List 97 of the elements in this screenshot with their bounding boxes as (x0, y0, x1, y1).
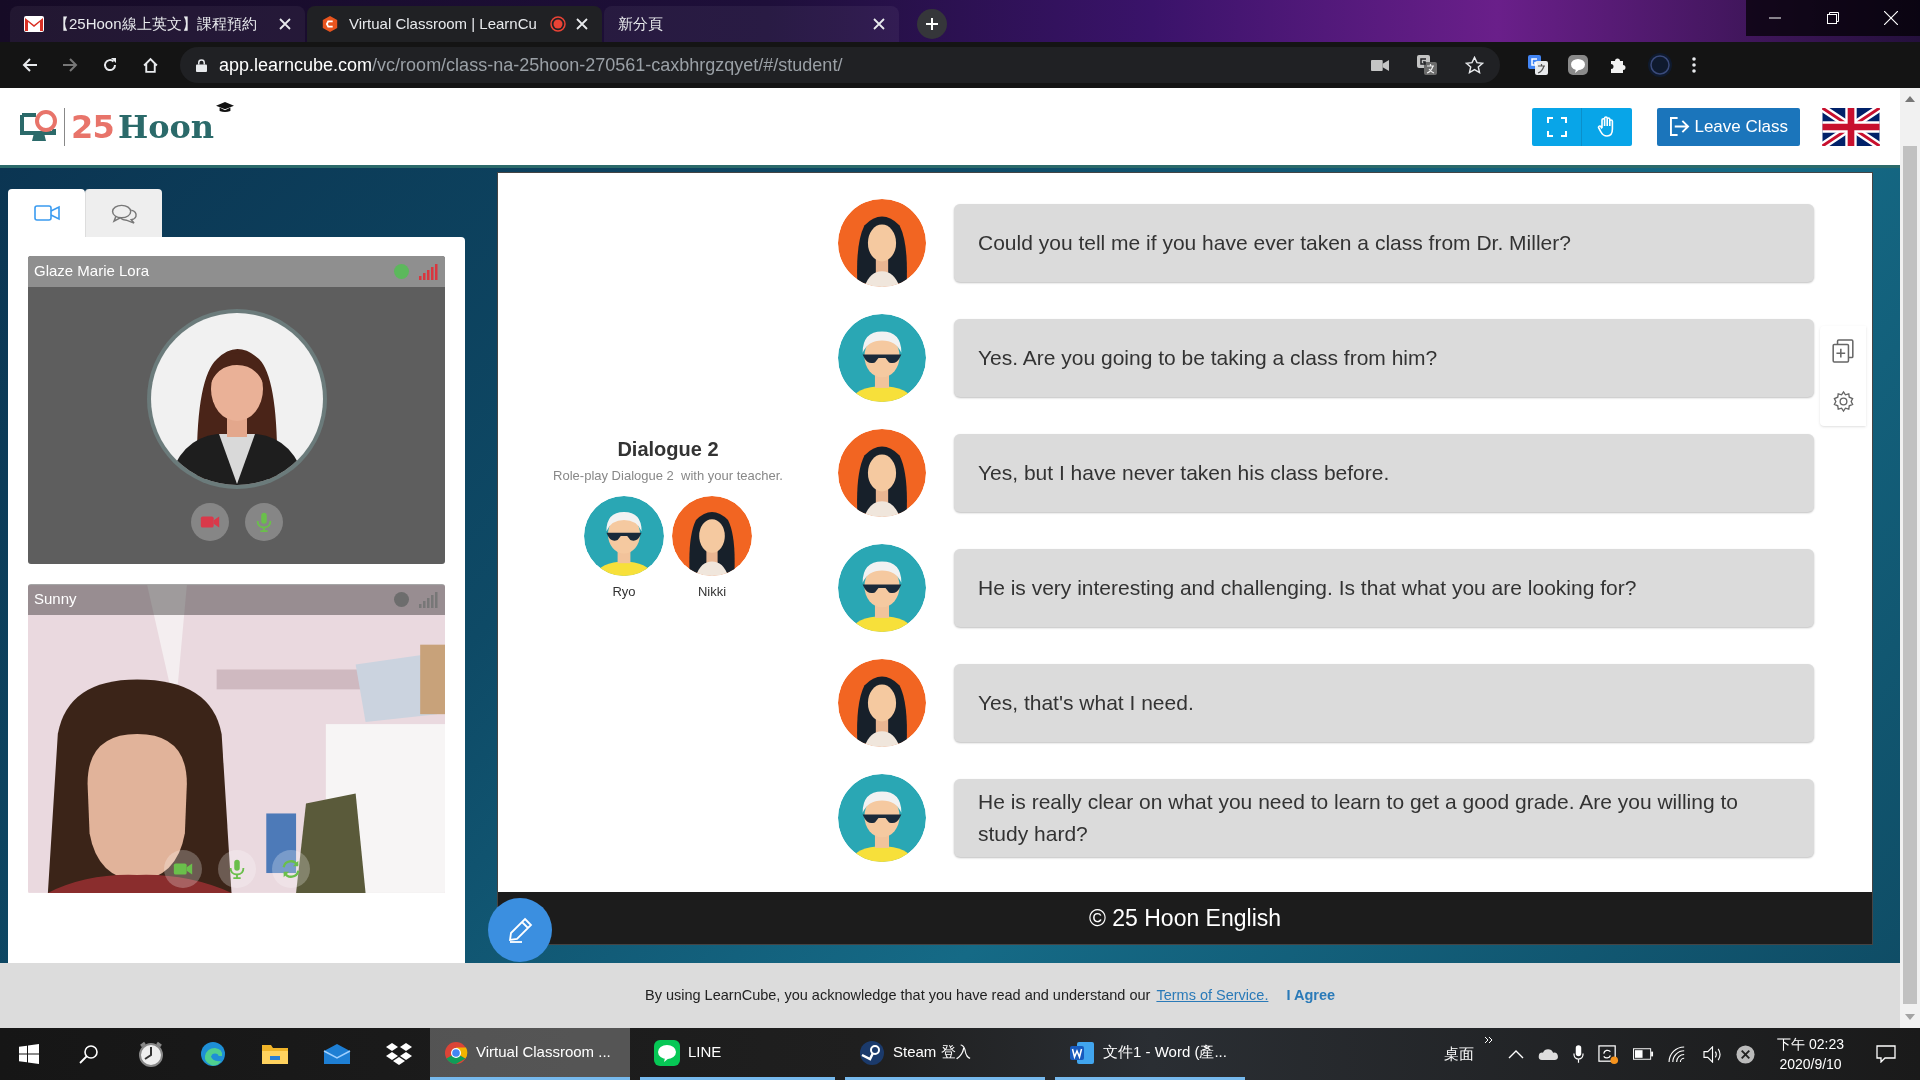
speech-bubble: Could you tell me if you have ever taken a class from Dr. Miller? (954, 204, 1814, 282)
hexagon-icon (321, 15, 339, 33)
chat-extension-icon[interactable] (1568, 55, 1588, 75)
plus-icon (925, 17, 939, 31)
graduation-cap-icon (216, 102, 235, 113)
taskbar-app-button[interactable]: Virtual Classroom ... (430, 1028, 630, 1080)
translate-icon[interactable] (1417, 55, 1437, 75)
man-avatar-icon (838, 544, 926, 632)
man-avatar-icon (838, 774, 926, 862)
taskbar-app-button[interactable]: Steam 登入 (845, 1028, 1045, 1080)
new-tab-button[interactable] (917, 9, 947, 39)
sync-icon[interactable] (1598, 1043, 1620, 1065)
forward-arrow-icon (62, 57, 78, 73)
restore-icon (1827, 12, 1839, 24)
scrollbar-thumb[interactable] (1903, 146, 1917, 1004)
settings-icon[interactable] (1831, 389, 1855, 413)
steam-icon (859, 1039, 885, 1066)
video-camera-icon (33, 204, 60, 222)
character-name: Nikki (697, 582, 727, 601)
fullscreen-button[interactable] (1532, 107, 1583, 146)
add-page-icon[interactable] (1832, 339, 1854, 364)
video-camera-icon[interactable] (1371, 58, 1389, 72)
mail-icon (24, 16, 44, 32)
participant-name: Sunny (34, 589, 78, 610)
woman-avatar-icon (838, 659, 926, 747)
cloud-icon[interactable] (1538, 1047, 1560, 1061)
reload-icon (102, 57, 118, 73)
alarm-clock-icon (137, 1040, 165, 1068)
speech-bubble: Yes. Are you going to be taking a class from him? (954, 319, 1814, 397)
tab-title: Virtual Classroom | LearnCu (349, 13, 538, 34)
scroll-up-arrow[interactable] (1905, 96, 1915, 102)
pen-icon (506, 916, 534, 944)
logo-word: Hoon (117, 106, 215, 148)
envelope-icon (323, 1043, 351, 1065)
speech-bubble: Yes, but I have never taken his class before. (954, 434, 1814, 512)
speech-bubble: Yes, that's what I need. (954, 664, 1814, 742)
microphone-icon[interactable] (1573, 1044, 1585, 1064)
speech-bubble: He is very interesting and challenging. Is that what you are looking for? (954, 549, 1814, 627)
signal-icon (419, 591, 439, 608)
exit-icon (1669, 117, 1691, 136)
star-icon[interactable] (1465, 55, 1484, 75)
camera-button[interactable] (163, 850, 202, 888)
browser-tab[interactable]: Virtual Classroom | LearnCu (307, 6, 602, 42)
chevron-icon[interactable] (1484, 1036, 1495, 1044)
lock-icon (196, 58, 207, 72)
woman-avatar-icon (838, 199, 926, 287)
cookie-notice: By using LearnCube, you acknowledge that you have read and understand our (644, 985, 1151, 1005)
translate-extension-icon[interactable] (1528, 55, 1548, 75)
chat-tab[interactable] (85, 189, 162, 237)
signal-icon (419, 263, 439, 280)
close-icon[interactable] (279, 18, 291, 30)
leave-class-button[interactable]: Leave Class (1657, 107, 1800, 146)
volume-icon[interactable] (1703, 1045, 1723, 1063)
notification-icon[interactable] (1876, 1045, 1896, 1063)
desktop-toolbar-label[interactable]: 桌面 (1444, 1042, 1475, 1066)
menu-icon[interactable] (1692, 57, 1696, 73)
word-icon (1069, 1039, 1095, 1066)
man-avatar-icon (584, 495, 664, 576)
woman-avatar-icon (672, 495, 752, 576)
url-text: app.learncube.com/vc/room/class-na-25hoon-270561-caxbhrgzqyet/#/student/ (219, 53, 844, 77)
browser-tab[interactable]: 【25Hoon線上英文】課程預約 (10, 6, 305, 42)
tab-title: 新分頁 (618, 13, 664, 34)
union-flag-icon[interactable] (1822, 107, 1880, 146)
microphone-button[interactable] (217, 850, 256, 888)
clock[interactable]: 下午 02:23 2020/9/10 (1769, 1034, 1852, 1074)
chat-bubbles-icon (110, 202, 138, 224)
speech-bubble: He is really clear on what you need to learn to get a good grade. Are you willing to study hard? (954, 779, 1814, 857)
close-icon (1884, 11, 1898, 25)
dropbox-icon (385, 1042, 413, 1066)
caret-icon[interactable] (1508, 1049, 1525, 1059)
switch-camera-button[interactable] (271, 850, 310, 888)
close-icon[interactable] (873, 18, 885, 30)
woman-avatar-icon (838, 429, 926, 517)
chrome-icon (444, 1040, 468, 1065)
logo-number: 25 (71, 106, 114, 148)
edge-icon (199, 1040, 227, 1068)
back-arrow-icon (22, 57, 38, 73)
dialogue-subtitle: Role-play Dialogue 2 with your teacher. (553, 467, 783, 485)
character-name: Ryo (612, 582, 636, 601)
fullscreen-icon (1546, 116, 1567, 137)
close-icon[interactable] (576, 18, 588, 30)
windows-icon (19, 1044, 39, 1064)
man-avatar-icon (838, 314, 926, 402)
dialogue-title: Dialogue 2 (617, 437, 719, 462)
folder-icon (261, 1042, 289, 1066)
taskbar-app-button[interactable]: LINE (640, 1028, 835, 1080)
battery-icon[interactable] (1633, 1048, 1655, 1060)
tab-title: 【25Hoon線上英文】課程預約 (54, 13, 258, 34)
error-icon[interactable] (1736, 1044, 1756, 1064)
home-icon (141, 56, 159, 74)
taskbar-app-button[interactable]: 文件1 - Word (產... (1055, 1028, 1245, 1080)
participant-name: Glaze Marie Lora (34, 261, 151, 282)
address-field[interactable]: app.learncube.com/vc/room/class-na-25hoon-270561-caxbhrgzqyet/#/student/ (180, 47, 1500, 83)
search-icon (79, 1044, 99, 1064)
slide-footer: © 25 Hoon English (498, 892, 1872, 944)
browser-tab[interactable]: 新分頁 (604, 6, 899, 42)
raise-hand-button[interactable] (1582, 107, 1633, 146)
